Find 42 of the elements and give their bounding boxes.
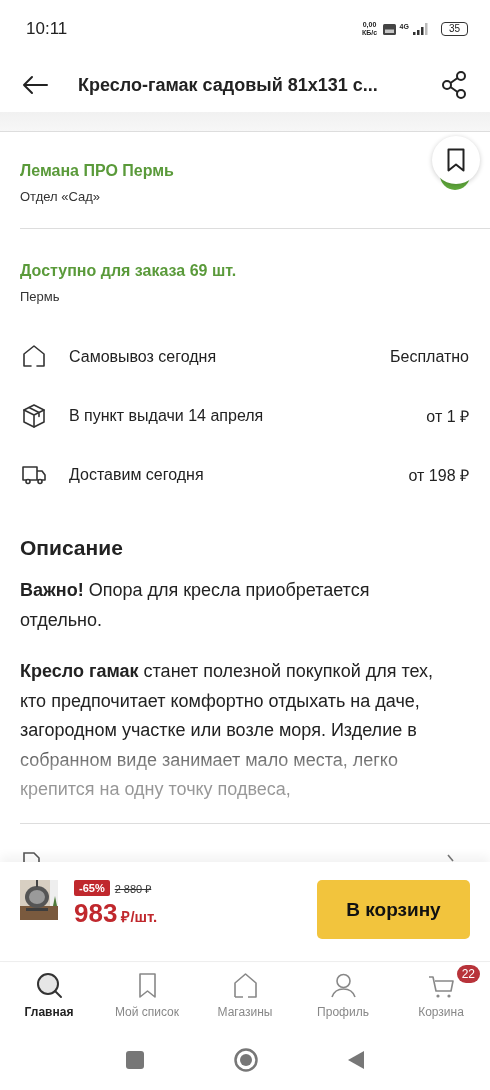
section-heading: Описание: [20, 536, 123, 560]
availability-status: Доступно для заказа 69 шт.: [20, 262, 237, 280]
share-icon[interactable]: [442, 71, 468, 99]
nav-tab[interactable]: Магазины: [196, 962, 294, 1030]
nav-tab[interactable]: Корзина 22: [392, 962, 490, 1030]
store-name[interactable]: Лемана ПРО Пермь: [20, 162, 174, 180]
signal-icon: [412, 23, 429, 35]
box-icon: [21, 402, 47, 429]
page-title: Кресло-гамак садовый 81х131 с...: [78, 74, 379, 96]
house-icon: [21, 343, 47, 370]
nav-tab[interactable]: Главная: [0, 962, 98, 1030]
bookmark-icon[interactable]: [447, 148, 465, 172]
description-text: Важно! Опора для кресла приобретается отдельно.: [20, 579, 371, 632]
delivery-option: Доставим сегодня: [69, 465, 409, 484]
chevron-icon: [446, 854, 456, 862]
nav-tab[interactable]: Профиль: [294, 962, 392, 1030]
nav-tab[interactable]: Мой список: [98, 962, 196, 1030]
price-unit: ₽/шт.: [121, 907, 158, 926]
city-label: Пермь: [20, 289, 60, 304]
person-icon: [329, 972, 357, 999]
volte-icon: [382, 23, 396, 35]
discount-badge: -65%: [74, 880, 110, 896]
description-text: Кресло гамак станет полезной покупкой для тех, кто предпочитает комфортно отдыхать на даче, загородном участке или возле моря. Изделие в собранном виде занимает мало места, легко крепится на одну точку подвеса,: [20, 660, 435, 801]
current-price: 983: [74, 898, 118, 929]
battery-indicator: 35: [440, 22, 468, 36]
search-icon: [35, 972, 63, 999]
delivery-option: В пункт выдачи 14 апреля: [69, 406, 427, 425]
delivery-price: Бесплатно: [390, 347, 469, 366]
delivery-price: от 198 ₽: [408, 465, 469, 486]
back-triangle-icon[interactable]: [348, 1051, 364, 1069]
back-icon[interactable]: [22, 75, 48, 95]
house-icon: [231, 972, 259, 999]
home-button-icon[interactable]: [234, 1048, 258, 1072]
old-price: 2 880 ₽: [114, 881, 152, 896]
document-icon: [22, 852, 42, 862]
bookmark-button[interactable]: [432, 136, 480, 184]
delivery-price: от 1 ₽: [426, 406, 469, 427]
store-department: Отдел «Сад»: [20, 189, 101, 204]
status-time: 10:11: [26, 19, 68, 39]
add-to-cart-button[interactable]: В корзину: [317, 880, 470, 939]
count-badge: 22: [456, 965, 480, 983]
delivery-option: Самовывоз сегодня: [69, 347, 390, 366]
